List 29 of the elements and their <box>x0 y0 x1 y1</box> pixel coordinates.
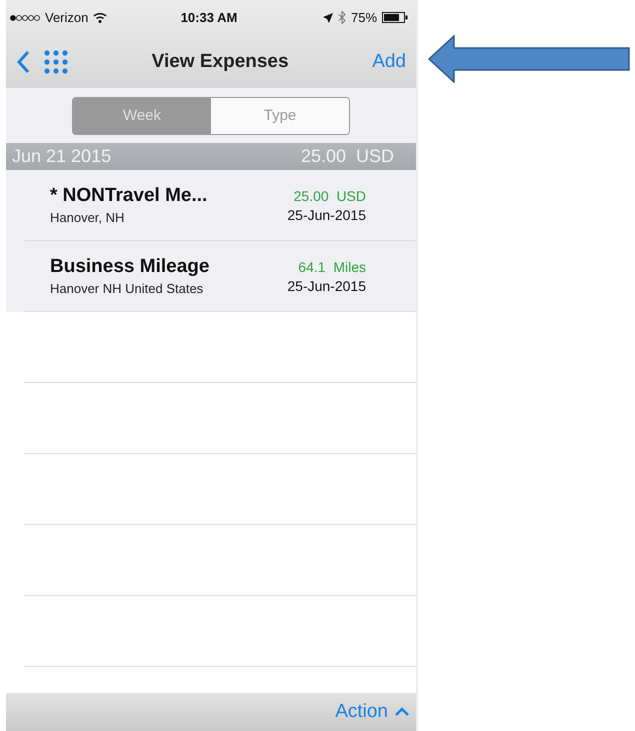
clock-time: 10:33 AM <box>180 10 238 25</box>
expense-title: Business Mileage <box>50 256 210 278</box>
bluetooth-icon <box>338 11 346 24</box>
wifi-icon <box>93 12 108 23</box>
expense-date: 25-Jun-2015 <box>287 278 366 294</box>
arrow-icon <box>428 35 630 83</box>
location-icon <box>322 12 333 22</box>
segment-tab[interactable]: Type <box>211 98 349 134</box>
chevron-up-icon <box>394 707 410 717</box>
add-link[interactable]: Add <box>372 50 406 72</box>
expense-title: * NONTravel Me... <box>50 185 208 207</box>
back-icon[interactable] <box>16 50 30 74</box>
expense-location: Hanover NH United States <box>50 281 204 296</box>
battery-percent: 75% <box>350 10 378 25</box>
expense-amount: 25.00 USD <box>294 188 366 204</box>
expense-date: 25-Jun-2015 <box>287 206 366 222</box>
grid-menu-icon[interactable] <box>44 50 68 74</box>
carrier-name: Verizon <box>45 10 88 25</box>
action-button[interactable]: Action <box>335 701 410 723</box>
screen-title: View Expenses <box>150 50 290 72</box>
section-date: Jun 21 2015 <box>12 146 112 167</box>
section-total: 25.00 USD <box>300 146 394 167</box>
battery-icon <box>382 12 408 23</box>
expense-location: Hanover, NH <box>50 210 124 225</box>
segment-tab[interactable]: Week <box>73 98 211 134</box>
signal-icon <box>10 14 40 22</box>
expense-row[interactable]: * NONTravel Me... Hanover, NH 25.00 USD 25-Jun-2015 <box>24 170 416 241</box>
expense-row[interactable]: Business Mileage Hanover NH United States 64.1 Miles 25-Jun-2015 <box>24 241 416 312</box>
expense-amount: 64.1 Miles <box>298 258 366 274</box>
